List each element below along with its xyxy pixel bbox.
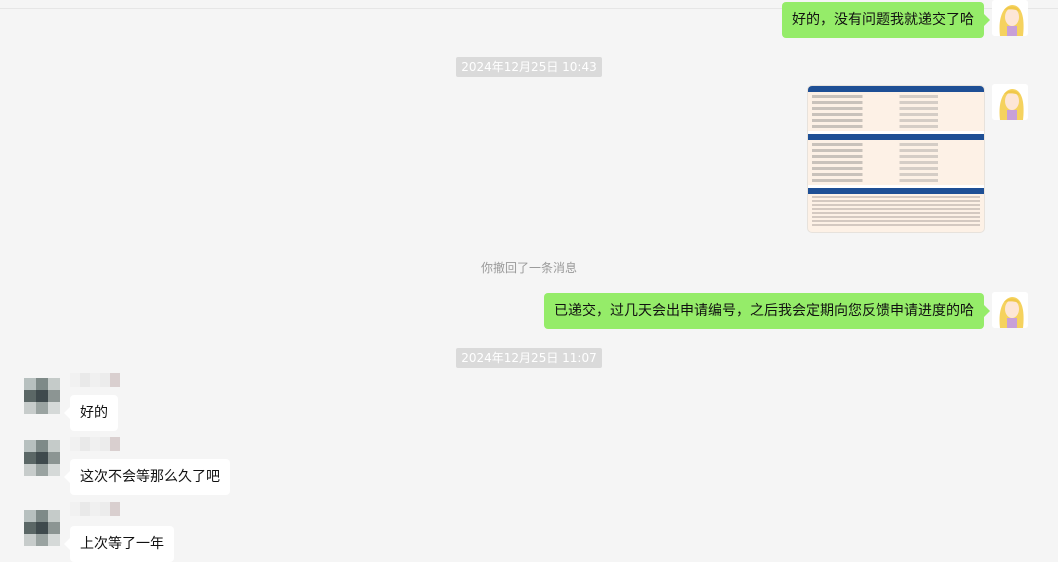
avatar-self[interactable] <box>992 292 1028 328</box>
sender-name-blurred <box>70 373 120 387</box>
message-bubble-incoming[interactable]: 好的 <box>64 395 118 431</box>
doc-section-header <box>808 86 984 92</box>
recalled-message-note: 你撤回了一条消息 <box>480 261 577 275</box>
avatar-illustration-icon <box>992 292 1028 328</box>
timestamp: 2024年12月25日 11:07 <box>0 347 1058 368</box>
doc-section-header <box>808 188 984 194</box>
message-bubble-incoming[interactable]: 这次不会等那么久了吧 <box>64 459 230 495</box>
message-text: 已递交，过几天会出申请编号，之后我会定期向您反馈申请进度的哈 <box>554 303 974 319</box>
message-bubble-outgoing[interactable]: 好的，没有问题我就递交了哈 <box>782 2 990 38</box>
timestamp: 2024年12月25日 10:43 <box>0 56 1058 77</box>
message-bubble-incoming[interactable]: 上次等了一年 <box>64 526 174 562</box>
sender-name-blurred <box>70 502 120 516</box>
message-text: 好的，没有问题我就递交了哈 <box>792 12 974 28</box>
message-bubble-outgoing[interactable]: 已递交，过几天会出申请编号，之后我会定期向您反馈申请进度的哈 <box>544 293 990 329</box>
message-text: 好的 <box>80 405 108 421</box>
avatar-illustration-icon <box>992 84 1028 120</box>
avatar-illustration-icon <box>992 0 1028 36</box>
avatar-contact[interactable] <box>24 510 60 546</box>
message-text: 上次等了一年 <box>80 536 164 552</box>
avatar-contact[interactable] <box>24 378 60 414</box>
doc-section-header <box>808 134 984 140</box>
timestamp-text: 2024年12月25日 11:07 <box>456 348 602 368</box>
avatar-self[interactable] <box>992 0 1028 36</box>
avatar-contact[interactable] <box>24 440 60 476</box>
message-text: 这次不会等那么久了吧 <box>80 469 220 485</box>
sender-name-blurred <box>70 437 120 451</box>
image-message-thumbnail[interactable] <box>808 86 984 232</box>
timestamp-text: 2024年12月25日 10:43 <box>456 57 602 77</box>
avatar-self[interactable] <box>992 84 1028 120</box>
